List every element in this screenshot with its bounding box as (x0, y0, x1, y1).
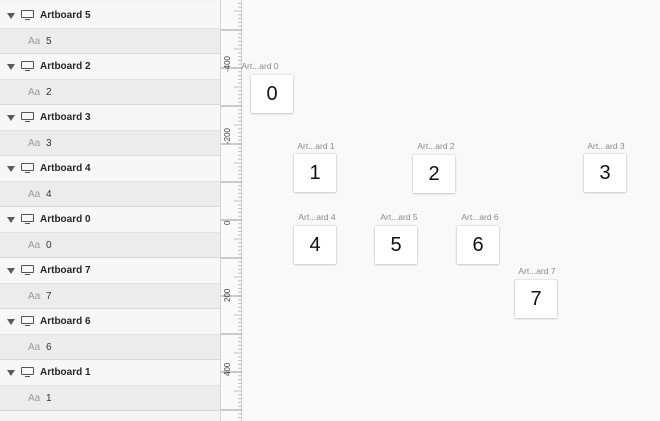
artboard-layer-label: Artboard 6 (40, 316, 91, 327)
text-layer-icon: Aa (28, 188, 41, 200)
artboard-layer-label: Artboard 7 (40, 265, 91, 276)
ruler-label: -200 (223, 127, 232, 144)
text-layer-label: 3 (46, 137, 52, 149)
artboard-icon (21, 214, 34, 225)
layer-text-5[interactable]: Aa 5 (0, 29, 220, 54)
artboard-title[interactable]: Art...ard 4 (287, 212, 347, 222)
layer-artboard-4[interactable]: Artboard 4 (0, 156, 220, 182)
artboard-icon (21, 61, 34, 72)
text-layer-label: 6 (46, 341, 52, 353)
disclosure-triangle-icon[interactable] (7, 216, 15, 223)
layer-artboard-3[interactable]: Artboard 3 (0, 105, 220, 131)
layer-artboard-1[interactable]: Artboard 1 (0, 360, 220, 386)
artboard-0[interactable]: 0 (251, 75, 293, 113)
layer-artboard-6[interactable]: Artboard 6 (0, 309, 220, 335)
artboard-2[interactable]: 2 (413, 155, 455, 193)
artboard-icon (21, 265, 34, 276)
artboard-layer-label: Artboard 0 (40, 214, 91, 225)
disclosure-triangle-icon[interactable] (7, 165, 15, 172)
text-layer-icon: Aa (28, 137, 41, 149)
layer-text-7[interactable]: Aa 7 (0, 284, 220, 309)
artboard-icon (21, 367, 34, 378)
artboard-icon (21, 316, 34, 327)
text-layer-icon: Aa (28, 341, 41, 353)
text-layer-icon: Aa (28, 290, 41, 302)
artboard-5[interactable]: 5 (375, 226, 417, 264)
artboard-3[interactable]: 3 (584, 154, 626, 192)
artboard-title[interactable]: Art...ard 7 (507, 266, 567, 276)
ruler-label: 200 (223, 288, 232, 302)
layer-artboard-7[interactable]: Artboard 7 (0, 258, 220, 284)
disclosure-triangle-icon[interactable] (7, 114, 15, 121)
layer-text-6[interactable]: Aa 6 (0, 335, 220, 360)
layer-artboard-2[interactable]: Artboard 2 (0, 54, 220, 80)
disclosure-triangle-icon[interactable] (7, 267, 15, 274)
text-layer-icon: Aa (28, 35, 41, 47)
artboard-4[interactable]: 4 (294, 226, 336, 264)
disclosure-triangle-icon[interactable] (7, 369, 15, 376)
disclosure-triangle-icon[interactable] (7, 12, 15, 19)
artboard-icon (21, 112, 34, 123)
layer-text-1[interactable]: Aa 1 (0, 386, 220, 411)
artboard-title[interactable]: Art...ard 5 (369, 212, 429, 222)
artboard-layer-label: Artboard 1 (40, 367, 91, 378)
artboard-layer-label: Artboard 2 (40, 61, 91, 72)
artboard-layer-label: Artboard 3 (40, 112, 91, 123)
artboard-icon (21, 163, 34, 174)
text-layer-label: 5 (46, 35, 52, 47)
artboard-title[interactable]: Art...ard 1 (286, 141, 346, 151)
artboard-layer-label: Artboard 5 (40, 10, 91, 21)
layer-text-0[interactable]: Aa 0 (0, 233, 220, 258)
disclosure-triangle-icon[interactable] (7, 318, 15, 325)
artboard-title[interactable]: Art...ard 3 (576, 141, 636, 151)
text-layer-label: 1 (46, 392, 52, 404)
artboard-title[interactable]: Art...ard 6 (450, 212, 510, 222)
ruler-label: 400 (223, 362, 232, 376)
layer-text-4[interactable]: Aa 4 (0, 182, 220, 207)
text-layer-label: 4 (46, 188, 52, 200)
ruler-label: 0 (223, 220, 232, 225)
text-layer-label: 2 (46, 86, 52, 98)
layer-artboard-0[interactable]: Artboard 0 (0, 207, 220, 233)
artboard-layer-label: Artboard 4 (40, 163, 91, 174)
text-layer-label: 7 (46, 290, 52, 302)
artboard-7[interactable]: 7 (515, 280, 557, 318)
layers-panel: Artboard 5 Aa 5 Artboard 2 Aa 2 Artboard… (0, 0, 221, 421)
layer-text-2[interactable]: Aa 2 (0, 80, 220, 105)
text-layer-icon: Aa (28, 239, 41, 251)
text-layer-icon: Aa (28, 392, 41, 404)
disclosure-triangle-icon[interactable] (7, 63, 15, 70)
design-canvas[interactable]: Art...ard 0 0 Art...ard 1 1 Art...ard 2 … (241, 0, 660, 421)
layer-text-3[interactable]: Aa 3 (0, 131, 220, 156)
text-layer-icon: Aa (28, 86, 41, 98)
artboard-1[interactable]: 1 (294, 154, 336, 192)
artboard-6[interactable]: 6 (457, 226, 499, 264)
artboard-title[interactable]: Art...ard 0 (230, 61, 290, 71)
text-layer-label: 0 (46, 239, 52, 251)
artboard-icon (21, 10, 34, 21)
artboard-title[interactable]: Art...ard 2 (406, 141, 466, 151)
layer-artboard-5[interactable]: Artboard 5 (0, 3, 220, 29)
